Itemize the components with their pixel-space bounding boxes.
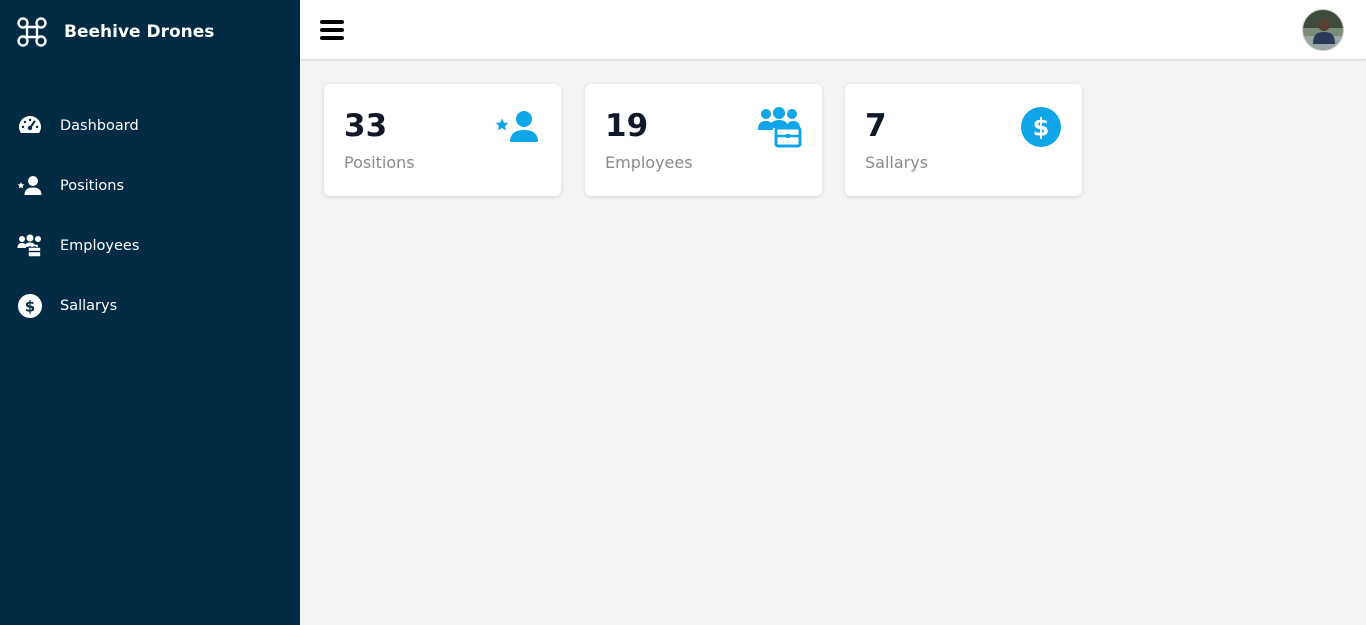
svg-text:$: $ [1033,114,1050,142]
stat-card-employees[interactable]: 19 Employees [585,84,822,196]
sidebar-item-employees[interactable]: Employees [0,216,300,276]
user-star-icon [495,106,541,148]
stat-label: Sallarys [865,153,929,172]
stat-label: Positions [344,153,415,172]
gauge-icon [17,113,43,139]
stat-value: 7 [865,108,887,144]
users-briefcase-icon [756,106,802,148]
dollar-circle-icon: $ [1016,106,1062,148]
user-star-icon [17,173,43,199]
sidebar-item-dashboard[interactable]: Dashboard [0,96,300,156]
hamburger-menu-icon[interactable] [320,20,344,40]
stat-value: 19 [605,108,649,144]
sidebar-item-label: Positions [60,178,125,194]
stat-label: Employees [605,153,693,172]
svg-text:$: $ [25,298,35,316]
users-briefcase-icon [17,233,43,259]
user-avatar[interactable] [1302,9,1344,51]
sidebar-item-label: Employees [60,238,140,254]
sidebar-item-sallarys[interactable]: $ Sallarys [0,276,300,336]
top-bar [300,0,1366,60]
dollar-circle-icon: $ [17,293,43,319]
sidebar-item-positions[interactable]: Positions [0,156,300,216]
sidebar: Beehive Drones Dashboard Positions Emplo… [0,0,300,625]
stat-card-positions[interactable]: 33 Positions [324,84,561,196]
stat-value: 33 [344,108,388,144]
sidebar-item-label: Sallarys [60,298,118,314]
brand-name: Beehive Drones [64,22,215,42]
drone-icon [17,17,47,47]
sidebar-item-label: Dashboard [60,118,139,134]
stat-card-sallarys[interactable]: 7 Sallarys $ [845,84,1082,196]
brand[interactable]: Beehive Drones [16,14,214,50]
sidebar-nav: Dashboard Positions Employees $ Sallarys [0,96,300,336]
